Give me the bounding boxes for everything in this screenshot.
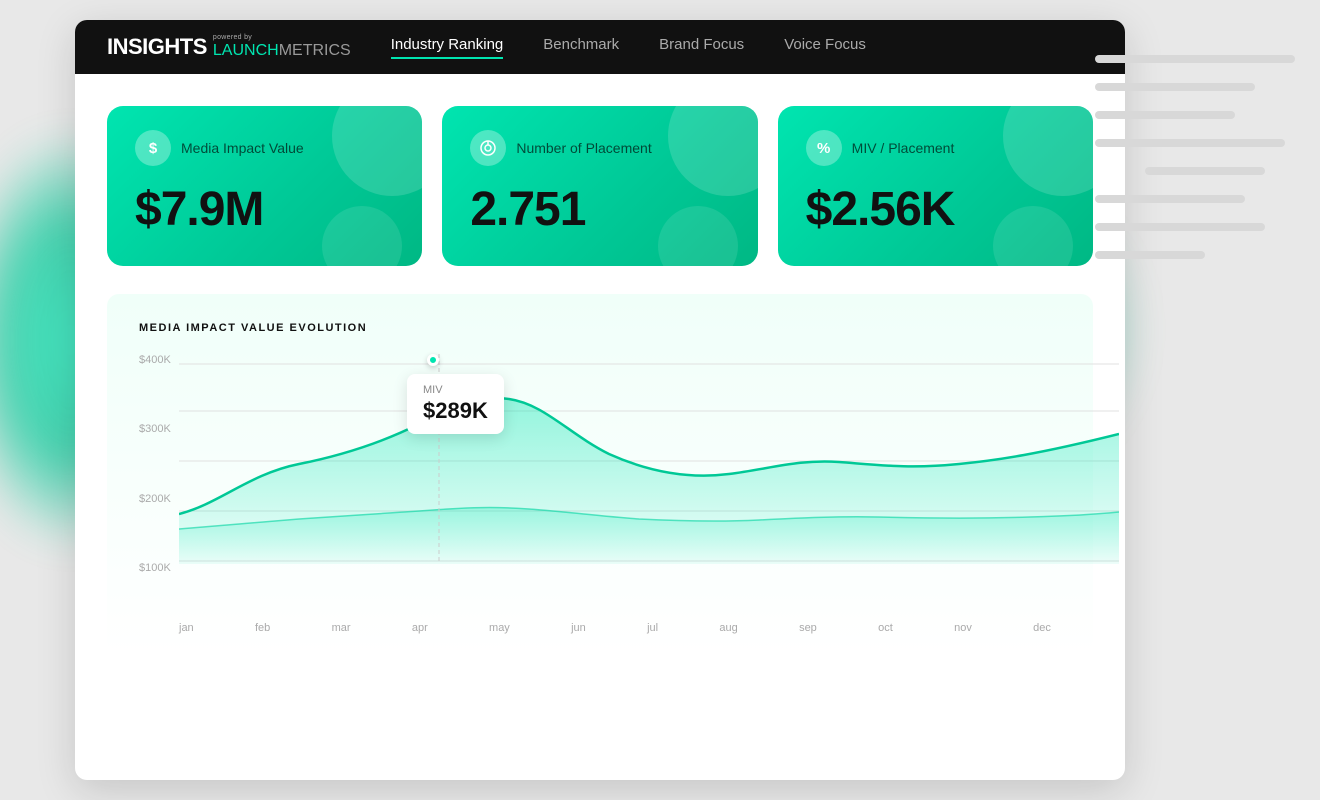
y-label-200k: $200K [139,493,171,505]
chart-tooltip: MIV $289K [407,374,504,434]
chart-area: MEDIA IMPACT VALUE EVOLUTION MIV $289K $… [107,294,1093,654]
nav-item-industry-ranking[interactable]: Industry Ranking [391,36,504,59]
page-wrapper: INSIGHTS powered by LAUNCHMETRICS Indust… [0,0,1320,800]
metric-label-miv: Media Impact Value [181,140,304,156]
logo-insights: INSIGHTS [107,34,207,60]
x-label-feb: feb [255,622,270,634]
metric-value-miv: $7.9M [135,186,394,234]
header: INSIGHTS powered by LAUNCHMETRICS Indust… [75,20,1125,74]
x-label-nov: nov [954,622,972,634]
right-scrollbars [1095,55,1295,259]
y-label-400k: $400K [139,354,171,366]
x-label-sep: sep [799,622,817,634]
x-label-dec: dec [1033,622,1051,634]
y-label-100k: $100K [139,562,171,574]
main-card: INSIGHTS powered by LAUNCHMETRICS Indust… [75,20,1125,780]
x-label-may: may [489,622,510,634]
x-label-aug: aug [719,622,737,634]
y-axis-labels: $400K $300K $200K $100K [139,354,171,574]
logo-powered-area: powered by LAUNCHMETRICS [213,34,351,60]
metric-icon-dollar: $ [135,130,171,166]
metric-header-miv-placement: % MIV / Placement [806,130,1065,166]
metric-header-placement: Number of Placement [470,130,729,166]
scroll-bar-4 [1095,139,1285,147]
metric-icon-placement [470,130,506,166]
y-label-300k: $300K [139,423,171,435]
scroll-bar-5 [1145,167,1265,175]
scroll-bar-3 [1095,111,1235,119]
metric-label-miv-placement: MIV / Placement [852,140,955,156]
tooltip-value: $289K [423,398,488,424]
scroll-bar-2 [1095,83,1255,91]
x-label-mar: mar [332,622,351,634]
metric-card-miv-placement: % MIV / Placement $2.56K [778,106,1093,266]
metrics-area: $ Media Impact Value $7.9M Number of Pla… [75,74,1125,266]
nav-item-brand-focus[interactable]: Brand Focus [659,36,744,59]
tooltip-label: MIV [423,384,488,396]
scroll-bar-1 [1095,55,1295,63]
metric-label-placement: Number of Placement [516,140,651,156]
x-label-oct: oct [878,622,893,634]
logo-powered-by: powered by [213,34,351,41]
chart-svg [179,354,1119,574]
metric-icon-percent: % [806,130,842,166]
metric-value-miv-placement: $2.56K [806,186,1065,234]
metric-header-miv: $ Media Impact Value [135,130,394,166]
logo: INSIGHTS powered by LAUNCHMETRICS [107,34,351,60]
nav-item-benchmark[interactable]: Benchmark [543,36,619,59]
scroll-bar-8 [1095,251,1205,259]
x-label-jul: jul [647,622,658,634]
chart-svg-container: $400K $300K $200K $100K [139,354,1061,614]
nav-item-voice-focus[interactable]: Voice Focus [784,36,866,59]
metric-card-miv: $ Media Impact Value $7.9M [107,106,422,266]
tooltip-dot [427,354,439,366]
scroll-bar-6 [1095,195,1245,203]
x-label-jan: jan [179,622,194,634]
x-label-jun: jun [571,622,586,634]
x-label-apr: apr [412,622,428,634]
x-axis-labels: jan feb mar apr may jun jul aug sep oct … [139,614,1051,634]
logo-launchmetrics: LAUNCHMETRICS [213,42,351,60]
logo-launch: LAUNCH [213,42,279,59]
navigation: Industry Ranking Benchmark Brand Focus V… [391,36,866,59]
logo-metrics: METRICS [279,42,351,59]
chart-title: MEDIA IMPACT VALUE EVOLUTION [139,322,1061,334]
metric-value-placement: 2.751 [470,186,729,234]
scroll-bar-7 [1095,223,1265,231]
metric-card-placement: Number of Placement 2.751 [442,106,757,266]
